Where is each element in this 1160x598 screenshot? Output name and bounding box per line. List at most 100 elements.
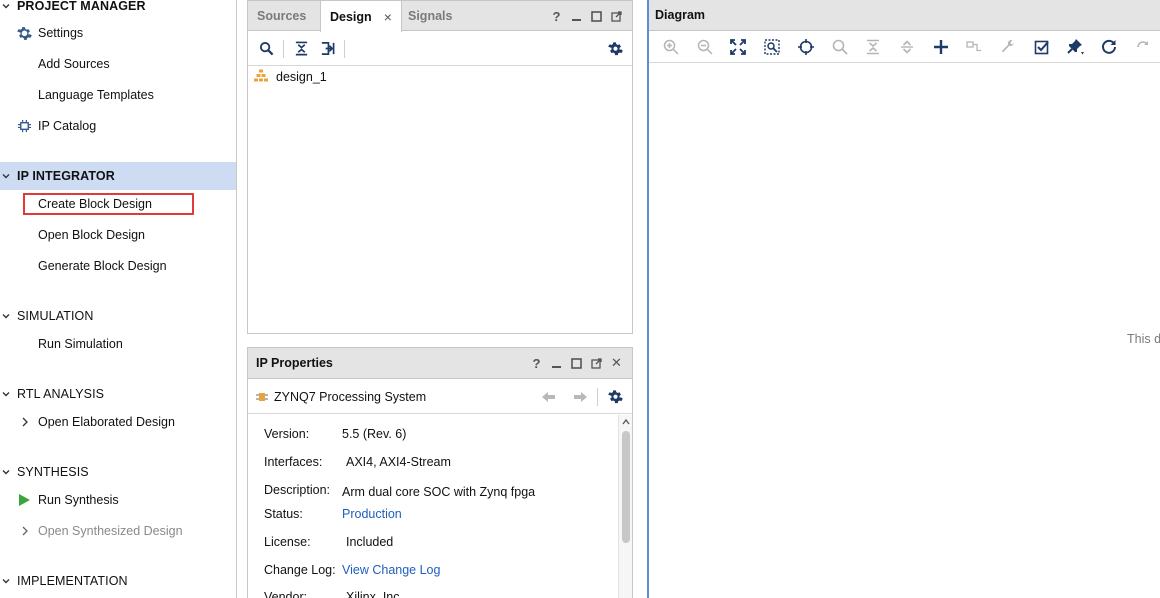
nav-item-open-elaborated-design[interactable]: Open Elaborated Design: [0, 410, 236, 434]
minimize-icon[interactable]: [569, 9, 584, 24]
zoom-out-icon[interactable]: [688, 34, 722, 60]
property-key: Description:: [264, 483, 330, 497]
gear-icon[interactable]: [602, 36, 628, 62]
chevron-down-icon[interactable]: [2, 312, 10, 320]
nav-item-language-templates[interactable]: Language Templates: [0, 83, 236, 107]
property-value: 5.5 (Rev. 6): [342, 427, 407, 441]
ip-catalog-icon: [15, 117, 33, 135]
scroll-up-icon[interactable]: [619, 415, 633, 429]
property-key: Vendor:: [264, 590, 308, 598]
minimize-icon[interactable]: [549, 356, 564, 371]
change-log-link[interactable]: View Change Log: [342, 563, 440, 577]
section-synthesis[interactable]: SYNTHESIS: [0, 458, 236, 486]
maximize-icon[interactable]: [569, 356, 584, 371]
tab-label: Sources: [257, 9, 307, 23]
nav-item-label: Open Block Design: [38, 228, 146, 242]
selected-ip-bar: ZYNQ7 Processing System: [248, 380, 632, 414]
nav-item-label: Generate Block Design: [38, 259, 167, 273]
property-key: Version:: [264, 427, 310, 441]
collapse-all-icon[interactable]: [288, 36, 314, 62]
gear-icon[interactable]: [602, 384, 628, 410]
nav-item-settings[interactable]: Settings: [0, 21, 236, 45]
panel-title: IP Properties: [256, 356, 333, 370]
property-value: AXI4, AXI4-Stream: [346, 455, 451, 469]
nav-item-run-synthesis[interactable]: Run Synthesis: [0, 488, 236, 512]
back-arrow-icon[interactable]: [535, 384, 561, 410]
make-connection-icon[interactable]: [958, 34, 992, 60]
section-title: RTL ANALYSIS: [17, 387, 105, 401]
toolbar-separator: [344, 39, 345, 58]
close-icon[interactable]: ×: [384, 9, 392, 25]
center-icon[interactable]: [789, 34, 823, 60]
chevron-down-icon[interactable]: [2, 390, 10, 398]
panel-header: Diagram: [649, 0, 1160, 31]
collapse-all-icon[interactable]: [856, 34, 890, 60]
search-icon[interactable]: [253, 36, 279, 62]
nav-item-open-synthesized-design[interactable]: Open Synthesized Design: [0, 519, 236, 543]
nav-item-add-sources[interactable]: Add Sources: [0, 52, 236, 76]
tab-signals[interactable]: Signals: [399, 1, 461, 31]
flow-navigator: PROJECT MANAGER Settings Add Sources Lan…: [0, 0, 237, 598]
property-row: Description: Arm dual core SOC with Zynq…: [264, 483, 535, 499]
tree-item-label: design_1: [276, 70, 327, 84]
tree-item-design-1[interactable]: design_1: [254, 69, 327, 85]
float-window-icon[interactable]: [589, 356, 604, 371]
tab-design[interactable]: Design ×: [320, 1, 402, 32]
property-key: License:: [264, 535, 311, 549]
properties-list: Version: 5.5 (Rev. 6) Interfaces: AXI4, …: [248, 415, 618, 598]
chevron-down-icon[interactable]: [2, 172, 10, 180]
section-title: IP INTEGRATOR: [17, 169, 115, 183]
section-simulation[interactable]: SIMULATION: [0, 302, 236, 330]
selected-ip-name: ZYNQ7 Processing System: [274, 389, 427, 404]
zoom-area-icon[interactable]: [755, 34, 789, 60]
zoom-in-icon[interactable]: [654, 34, 688, 60]
status-link[interactable]: Production: [342, 507, 402, 521]
tab-sources[interactable]: Sources: [248, 1, 315, 31]
nav-item-generate-block-design[interactable]: Generate Block Design: [0, 254, 236, 278]
section-title: SIMULATION: [17, 309, 94, 323]
regenerate-layout-icon[interactable]: [1126, 34, 1160, 60]
chevron-right-icon[interactable]: [16, 413, 34, 431]
nav-item-create-block-design[interactable]: Create Block Design: [0, 192, 236, 216]
chevron-down-icon[interactable]: [2, 468, 10, 476]
section-title: SYNTHESIS: [17, 465, 89, 479]
hierarchy-icon: [254, 69, 268, 85]
expand-all-icon[interactable]: [314, 36, 340, 62]
section-implementation[interactable]: IMPLEMENTATION: [0, 567, 236, 595]
chevron-right-icon[interactable]: [16, 522, 34, 540]
forward-arrow-icon[interactable]: [567, 384, 593, 410]
panel-title: Diagram: [655, 8, 706, 22]
validate-design-icon[interactable]: [1025, 34, 1059, 60]
expand-all-icon[interactable]: [890, 34, 924, 60]
nav-item-label: IP Catalog: [38, 119, 97, 133]
chevron-down-icon[interactable]: [2, 577, 10, 585]
wrench-icon[interactable]: [991, 34, 1025, 60]
vertical-scrollbar[interactable]: [618, 415, 632, 598]
add-ip-icon[interactable]: [924, 34, 958, 60]
nav-item-label: Run Synthesis: [38, 493, 119, 507]
scrollbar-thumb[interactable]: [622, 431, 630, 543]
nav-item-label: Create Block Design: [23, 193, 194, 215]
pin-icon[interactable]: [1059, 34, 1093, 60]
section-rtl-analysis[interactable]: RTL ANALYSIS: [0, 380, 236, 408]
help-icon[interactable]: ?: [529, 356, 544, 371]
maximize-icon[interactable]: [589, 9, 604, 24]
property-key: Interfaces:: [264, 455, 323, 469]
property-row: Version: 5.5 (Rev. 6): [264, 427, 406, 441]
search-icon[interactable]: [823, 34, 857, 60]
nav-item-ip-catalog[interactable]: IP Catalog: [0, 114, 236, 138]
property-row: Interfaces: AXI4, AXI4-Stream: [264, 455, 451, 469]
tab-bar: Sources Design × Signals ?: [248, 1, 632, 32]
help-icon[interactable]: ?: [549, 9, 564, 24]
close-icon[interactable]: ✕: [609, 355, 624, 371]
zoom-fit-icon[interactable]: [721, 34, 755, 60]
float-window-icon[interactable]: [609, 9, 624, 24]
nav-item-open-block-design[interactable]: Open Block Design: [0, 223, 236, 247]
nav-item-label: Settings: [38, 26, 84, 40]
section-project-manager[interactable]: PROJECT MANAGER: [0, 0, 236, 20]
section-ip-integrator[interactable]: IP INTEGRATOR: [0, 162, 236, 190]
ip-block-icon: [256, 391, 268, 403]
nav-item-run-simulation[interactable]: Run Simulation: [0, 332, 236, 356]
chevron-down-icon[interactable]: [2, 2, 10, 10]
refresh-icon[interactable]: [1093, 34, 1127, 60]
